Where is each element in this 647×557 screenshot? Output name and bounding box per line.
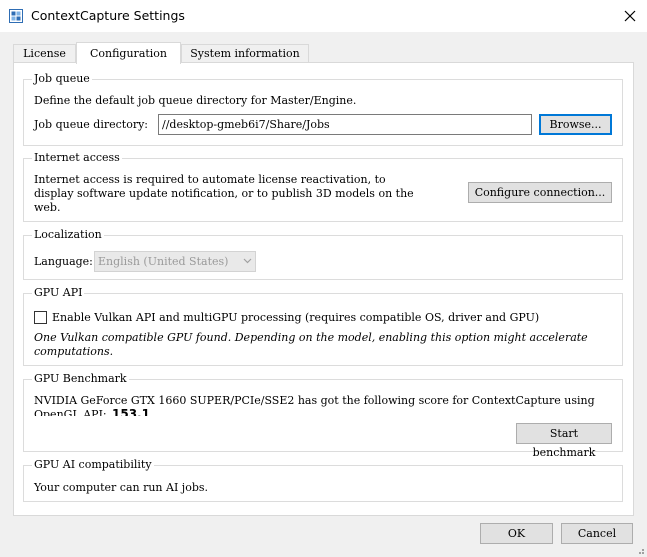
- job-queue-dir-input[interactable]: //desktop-gmeb6i7/Share/Jobs: [158, 114, 532, 135]
- gpu-api-group: GPU API Enable Vulkan API and multiGPU p…: [23, 286, 623, 366]
- language-value: English (United States): [98, 255, 229, 268]
- job-queue-group: Job queue Define the default job queue d…: [23, 72, 623, 146]
- size-grip-icon[interactable]: [635, 545, 645, 555]
- chevron-down-icon: [243, 258, 252, 264]
- language-label: Language:: [34, 255, 93, 268]
- internet-desc-line3: web.: [34, 201, 61, 214]
- tab-configuration[interactable]: Configuration: [76, 42, 181, 64]
- benchmark-line2-prefix: OpenGL API:: [34, 408, 107, 416]
- localization-group: Localization Language: English (United S…: [23, 228, 623, 280]
- benchmark-line1: NVIDIA GeForce GTX 1660 SUPER/PCIe/SSE2 …: [34, 394, 595, 407]
- app-icon: [9, 9, 23, 23]
- gpu-ai-text: Your computer can run AI jobs.: [34, 481, 209, 494]
- close-icon: [624, 10, 636, 21]
- internet-desc-line1: Internet access is required to automate …: [34, 173, 386, 186]
- tab-system-information[interactable]: System information: [181, 44, 309, 63]
- vulkan-checkbox-label[interactable]: Enable Vulkan API and multiGPU processin…: [52, 311, 539, 325]
- gpu-benchmark-group: GPU Benchmark NVIDIA GeForce GTX 1660 SU…: [23, 372, 623, 459]
- ok-button[interactable]: OK: [480, 523, 553, 544]
- close-button[interactable]: [613, 0, 647, 31]
- benchmark-text-clip: NVIDIA GeForce GTX 1660 SUPER/PCIe/SSE2 …: [34, 394, 614, 416]
- benchmark-score: 153.1: [112, 407, 150, 416]
- gpu-api-title: GPU API: [32, 286, 85, 300]
- tab-license[interactable]: License: [13, 44, 76, 63]
- internet-desc-line2: display software update notification, or…: [34, 187, 414, 200]
- internet-access-title: Internet access: [32, 151, 122, 165]
- vulkan-note-line1: One Vulkan compatible GPU found. Dependi…: [34, 331, 588, 344]
- localization-title: Localization: [32, 228, 104, 242]
- vulkan-note-line2: computations.: [34, 345, 114, 358]
- window-title: ContextCapture Settings: [31, 8, 185, 23]
- configuration-panel: Job queue Define the default job queue d…: [13, 62, 634, 516]
- internet-access-group: Internet access Internet access is requi…: [23, 151, 623, 222]
- cancel-button[interactable]: Cancel: [561, 523, 633, 544]
- gpu-ai-group: GPU AI compatibility Your computer can r…: [23, 458, 623, 502]
- job-queue-title: Job queue: [32, 72, 92, 86]
- browse-button[interactable]: Browse...: [539, 114, 612, 135]
- configure-connection-button[interactable]: Configure connection...: [468, 182, 612, 203]
- title-bar: ContextCapture Settings: [0, 0, 647, 32]
- gpu-ai-title: GPU AI compatibility: [32, 458, 154, 472]
- start-benchmark-button[interactable]: Start benchmark: [516, 423, 612, 459]
- language-select[interactable]: English (United States): [94, 251, 256, 272]
- vulkan-checkbox[interactable]: [34, 311, 47, 324]
- gpu-benchmark-title: GPU Benchmark: [32, 372, 129, 386]
- job-queue-description: Define the default job queue directory f…: [34, 94, 357, 107]
- job-queue-dir-label: Job queue directory:: [34, 118, 149, 131]
